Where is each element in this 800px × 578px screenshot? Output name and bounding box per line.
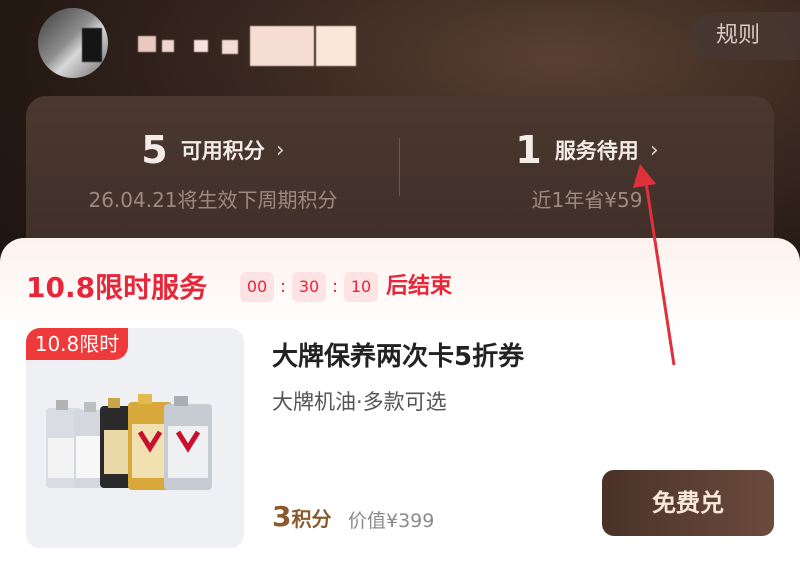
- points-cost-number: 3: [272, 500, 292, 533]
- chevron-right-icon: ›: [275, 137, 285, 163]
- service-stat[interactable]: 1 服务待用 › 近1年省¥59: [400, 128, 774, 213]
- countdown-seconds: 10: [344, 272, 378, 302]
- points-cost: 3积分: [272, 500, 331, 533]
- product-subtitle: 大牌机油·多款可选: [272, 390, 447, 414]
- service-label: 服务待用: [554, 139, 639, 163]
- redeem-button[interactable]: 免费兑: [602, 470, 774, 536]
- flash-sale-title: 10.8限时服务: [26, 271, 208, 304]
- chevron-right-icon: ›: [649, 137, 659, 163]
- oil-bottles-image: [46, 394, 212, 490]
- product-image[interactable]: [26, 328, 244, 548]
- rules-button[interactable]: 规则: [690, 12, 800, 60]
- service-subtext: 近1年省¥59: [531, 188, 643, 212]
- stats-divider: [399, 138, 400, 196]
- product-title[interactable]: 大牌保养两次卡5折券: [272, 336, 524, 373]
- countdown-end-label: 后结束: [386, 274, 453, 299]
- countdown-separator: :: [280, 276, 287, 297]
- countdown-hours: 00: [240, 272, 274, 302]
- points-label: 可用积分: [180, 139, 265, 163]
- original-price: 价值¥399: [348, 510, 435, 532]
- points-stat[interactable]: 5 可用积分 › 26.04.21将生效下周期积分: [26, 128, 400, 213]
- points-subtext: 26.04.21将生效下周期积分: [88, 188, 338, 212]
- countdown-minutes: 30: [292, 272, 326, 302]
- username-blurred: [82, 26, 358, 68]
- limited-time-tag: 10.8限时: [26, 328, 128, 360]
- points-cost-unit: 积分: [291, 507, 332, 531]
- countdown-separator: :: [332, 276, 339, 297]
- stats-card: 5 可用积分 › 26.04.21将生效下周期积分 1 服务待用 › 近1年省¥…: [26, 96, 774, 256]
- points-value: 5: [141, 128, 168, 172]
- service-value: 1: [515, 128, 542, 172]
